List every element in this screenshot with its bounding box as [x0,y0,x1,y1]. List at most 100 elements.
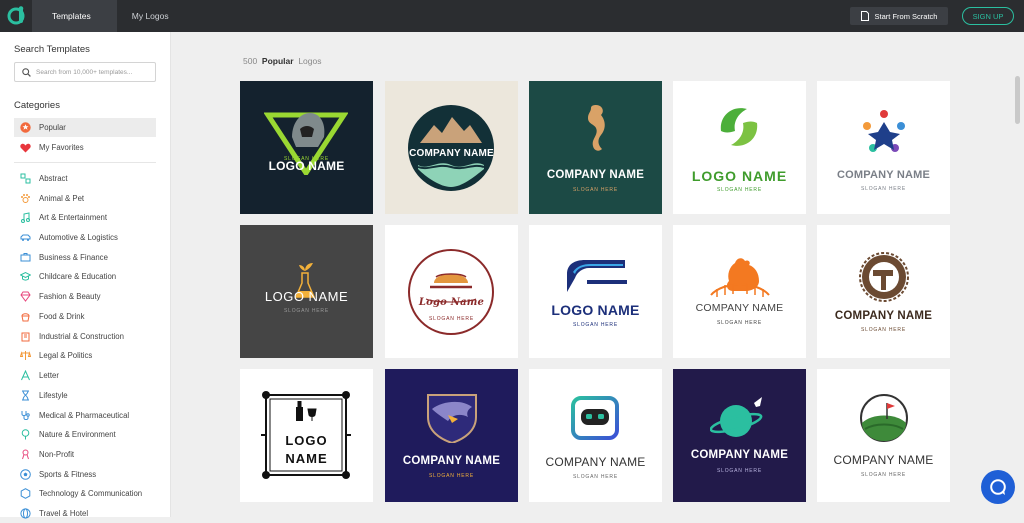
soccer-ball-icon [20,469,31,480]
results-category: Popular [261,56,294,66]
category-industrial-construction[interactable]: Industrial & Construction [14,327,156,346]
category-popular[interactable]: Popular [14,118,156,137]
logo-template-card[interactable]: COMPANY NAME SLOGAN HERE [529,81,662,214]
category-label: Industrial & Construction [39,332,124,341]
logo-name: COMPANY NAME [546,169,645,181]
category-travel-hotel[interactable]: Travel & Hotel [14,504,156,523]
logo-slogan: SLOGAN HERE [284,308,329,314]
logo-name: COMPANY NAME [402,455,501,467]
logo-name: LOGO NAME [551,302,640,318]
logo-name: LOGO NAME [264,289,349,304]
category-automotive-logistics[interactable]: Automotive & Logistics [14,228,156,247]
category-animal-pet[interactable]: Animal & Pet [14,189,156,208]
logo-template-card[interactable]: COMPANY NAME SLOGAN HERE [817,225,950,358]
rooster-fence-icon [710,258,770,297]
dragon-shield-emblem-icon [427,394,477,443]
sidebar-divider [14,162,156,163]
logo-name: COMPANY NAME [834,310,933,322]
logo-template-card[interactable]: LOGO NAME [240,369,373,502]
logo-template-card[interactable]: COMPANY NAME SLOGAN HERE [673,369,806,502]
category-label: Popular [39,123,66,132]
category-label: Fashion & Beauty [39,292,101,301]
category-label: Medical & Pharmaceutical [39,411,130,420]
green-leaf-circle-icon [720,108,758,146]
logo-template-card[interactable]: LOGO NAME SLOGAN HERE [240,225,373,358]
building-icon [20,331,31,342]
logo-template-card[interactable]: Logo Name SLOGAN HERE [385,225,518,358]
category-label: Lifestyle [39,391,68,400]
category-label: Technology & Communication [39,489,143,498]
category-label: Art & Entertainment [39,213,108,222]
paw-icon [20,193,31,204]
category-fashion-beauty[interactable]: Fashion & Beauty [14,287,156,306]
start-from-scratch-label: Start From Scratch [874,11,938,21]
people-star-icon [863,110,905,152]
cupcake-icon [20,311,31,322]
category-childcare-education[interactable]: Childcare & Education [14,267,156,286]
logo-template-card[interactable]: COMPANY NAME SLOGAN HERE [817,369,950,502]
golf-course-icon [860,394,908,442]
logo-name: COMPANY NAME [833,453,934,467]
heart-icon [20,142,31,153]
logo-template-card[interactable]: COMPANY NAME SLOGAN HERE [385,369,518,502]
planet-rocket-icon [710,397,763,437]
logo-slogan: SLOGAN HERE [861,327,906,333]
logo-template-card[interactable]: COMPANY NAME SLOGAN HERE [673,225,806,358]
sign-up-button[interactable]: SIGN UP [962,7,1014,25]
start-from-scratch-button[interactable]: Start From Scratch [850,7,948,25]
category-medical-pharmaceutical[interactable]: Medical & Pharmaceutical [14,406,156,425]
road-bridge-icon [567,260,627,292]
category-label: Automotive & Logistics [39,233,118,242]
logo-name: COMPANY NAME [690,449,789,461]
category-technology-communication[interactable]: Technology & Communication [14,484,156,503]
category-food-drink[interactable]: Food & Drink [14,307,156,326]
logo-template-card[interactable]: LOGO NAME SLOGAN HERE [673,81,806,214]
logo-slogan: SLOGAN HERE [573,187,618,193]
logo-template-card[interactable]: LOGO NAME SLOGAN HERE [529,225,662,358]
logo-template-card[interactable]: COMPANY NAME SLOGAN HERE [817,81,950,214]
category-letter[interactable]: Letter [14,366,156,385]
logo-template-card[interactable]: COMPANY NAME SLOGAN HERE [529,369,662,502]
category-lifestyle[interactable]: Lifestyle [14,386,156,405]
logo-name: LOGO [285,433,328,448]
tab-my-logos[interactable]: My Logos [117,0,184,32]
logo-slogan: SLOGAN HERE [717,187,762,193]
category-nature-environment[interactable]: Nature & Environment [14,425,156,444]
sidebar: Search Templates Categories Popular My F… [0,32,171,519]
category-sports-fitness[interactable]: Sports & Fitness [14,465,156,484]
letter-a-icon [20,370,31,381]
saw-blade-hammer-icon [859,252,909,302]
category-art-entertainment[interactable]: Art & Entertainment [14,208,156,227]
logo-name: Logo Name [418,297,485,308]
robot-face-icon [571,396,619,440]
category-label: Non-Profit [39,450,75,459]
logo-slogan: SLOGAN HERE [861,472,906,478]
category-legal-politics[interactable]: Legal & Politics [14,346,156,365]
logo-name: COMPANY NAME [545,455,646,469]
category-my-favorites[interactable]: My Favorites [14,138,156,157]
logo-name: LOGO NAME [268,159,345,173]
graduation-cap-icon [20,271,31,282]
category-non-profit[interactable]: Non-Profit [14,445,156,464]
results-count: 500 [243,56,258,66]
search-input[interactable] [36,68,146,76]
results-suffix: Logos [298,56,322,66]
ribbon-icon [20,449,31,460]
results-heading: 500 Popular Logos [243,56,321,66]
tab-templates[interactable]: Templates [32,0,117,32]
scales-icon [20,350,31,361]
bakery-circle-emblem-icon [408,249,494,335]
logo-template-card[interactable]: SLOGAN HERE LOGO NAME [240,81,373,214]
diamond-icon [20,291,31,302]
scrollbar-thumb[interactable] [1015,76,1020,124]
category-abstract[interactable]: Abstract [14,169,156,188]
logo-slogan: SLOGAN HERE [717,320,762,326]
music-note-icon [20,212,31,223]
logo-name: COMPANY NAME [836,169,931,181]
chat-button[interactable] [981,470,1015,504]
search-box [14,62,156,82]
category-business-finance[interactable]: Business & Finance [14,248,156,267]
app-logo-icon[interactable] [0,0,32,32]
hexagon-icon [20,488,31,499]
logo-template-card[interactable]: COMPANY NAME [385,81,518,214]
